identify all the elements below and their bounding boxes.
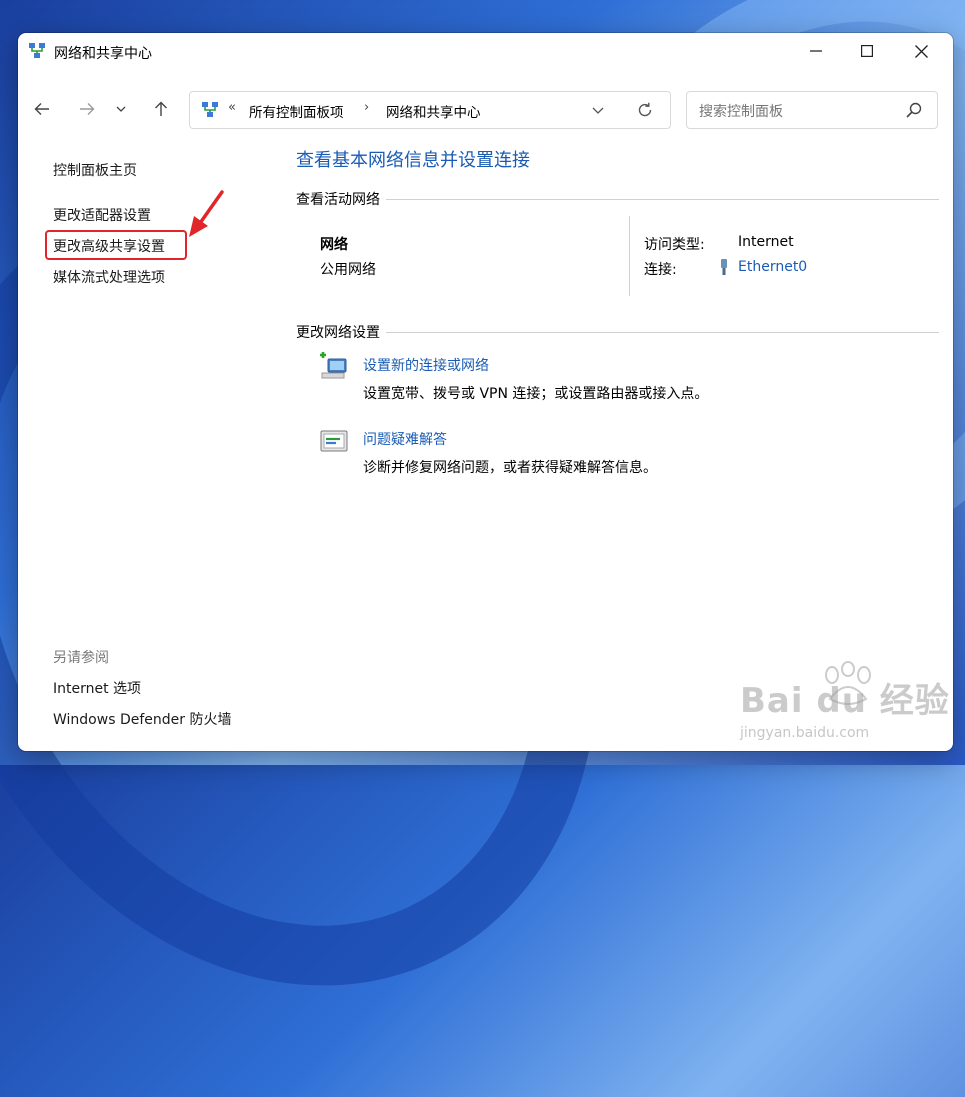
network-profile[interactable]: 公用网络 (320, 259, 376, 279)
breadcrumb-overflow[interactable]: « (228, 100, 236, 115)
new-connection-icon (320, 352, 347, 379)
troubleshoot-icon (320, 430, 348, 452)
annotation-highlight-box (45, 230, 187, 260)
network-name: 网络 (320, 237, 348, 253)
network-icon (202, 102, 218, 117)
section-divider (296, 332, 939, 333)
back-button[interactable] (28, 95, 56, 123)
breadcrumb-network-sharing-center[interactable]: 网络和共享中心 (386, 101, 481, 121)
page-title: 查看基本网络信息并设置连接 (296, 150, 530, 171)
address-bar[interactable]: « 所有控制面板项 › 网络和共享中心 (189, 91, 671, 129)
annotation-arrow-icon (189, 190, 224, 237)
minimize-button[interactable] (793, 33, 839, 69)
sidebar-item-media-streaming-options[interactable]: 媒体流式处理选项 (53, 267, 165, 287)
minimize-icon (810, 50, 822, 52)
chevron-down-icon (116, 106, 126, 112)
maximize-icon (861, 45, 873, 57)
active-networks-heading: 查看活动网络 (296, 189, 386, 209)
recent-locations-button[interactable] (111, 95, 131, 123)
access-type-label: 访问类型: (644, 237, 705, 253)
forward-button[interactable] (73, 95, 101, 123)
close-icon (914, 44, 928, 58)
navigation-bar: « 所有控制面板项 › 网络和共享中心 搜索控制面板 (18, 91, 953, 131)
see-also-internet-options[interactable]: Internet 选项 (53, 678, 141, 698)
title-bar: 网络和共享中心 (18, 33, 953, 71)
search-box[interactable]: 搜索控制面板 (686, 91, 938, 129)
see-also-windows-defender-firewall[interactable]: Windows Defender 防火墙 (53, 709, 231, 729)
watermark-url: jingyan.baidu.com (740, 725, 870, 741)
window-title: 网络和共享中心 (54, 46, 152, 62)
see-also-heading: 另请参阅 (53, 650, 109, 666)
breadcrumb-all-control-panel-items[interactable]: 所有控制面板项 (249, 101, 344, 121)
chevron-down-icon[interactable] (590, 102, 606, 118)
change-settings-heading: 更改网络设置 (296, 322, 386, 342)
arrow-left-icon (34, 103, 49, 115)
close-button[interactable] (898, 33, 944, 69)
ethernet-connection-link[interactable]: Ethernet0 (738, 259, 807, 275)
arrow-right-icon (80, 103, 95, 115)
search-icon[interactable] (905, 101, 923, 119)
sidebar-item-control-panel-home[interactable]: 控制面板主页 (53, 160, 137, 180)
breadcrumb-separator[interactable]: › (364, 100, 369, 115)
sidebar-item-change-adapter-settings[interactable]: 更改适配器设置 (53, 205, 151, 225)
search-placeholder[interactable]: 搜索控制面板 (699, 101, 783, 121)
refresh-icon[interactable] (636, 101, 654, 119)
ethernet-icon (721, 259, 727, 275)
vertical-divider (629, 216, 630, 296)
watermark-brand: Bai du 经验 (740, 681, 950, 721)
troubleshoot-description: 诊断并修复网络问题，或者获得疑难解答信息。 (363, 460, 657, 476)
arrow-up-icon (155, 101, 167, 116)
section-divider (296, 199, 939, 200)
up-button[interactable] (147, 95, 175, 123)
network-icon (29, 43, 45, 58)
maximize-button[interactable] (844, 33, 890, 69)
setup-new-connection-link[interactable]: 设置新的连接或网络 (363, 355, 489, 375)
setup-new-connection-description: 设置宽带、拨号或 VPN 连接；或设置路由器或接入点。 (363, 386, 709, 402)
connection-label: 连接: (644, 262, 677, 278)
access-type-value: Internet (738, 234, 794, 250)
control-panel-window: 网络和共享中心 « 所有控制面板项 › 网络和共享中心 搜索控制面板 控制面板主… (18, 33, 953, 751)
troubleshoot-problems-link[interactable]: 问题疑难解答 (363, 429, 447, 449)
